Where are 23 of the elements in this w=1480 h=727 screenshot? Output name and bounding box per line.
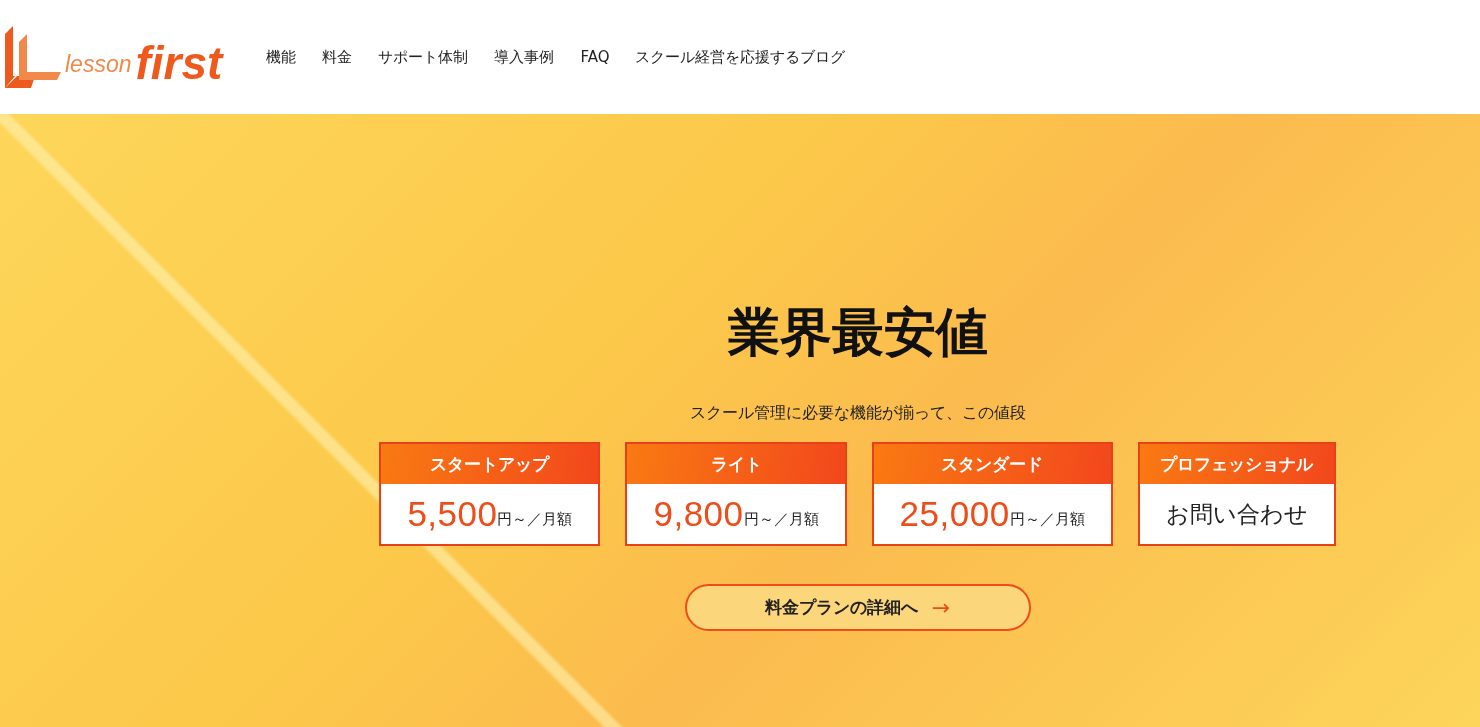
hero-subtitle: スクール管理に必要な機能が揃って、この値段 xyxy=(689,403,1026,425)
plan-name: スタートアップ xyxy=(381,444,599,485)
logo-text: first xyxy=(135,40,223,86)
nav-link[interactable]: 機能 xyxy=(266,47,297,67)
plan-details-button[interactable]: 料金プランの詳細へ → xyxy=(684,584,1031,632)
price-unit: 円～／月額 xyxy=(497,509,573,529)
nav-link[interactable]: 導入事例 xyxy=(494,47,555,67)
nav-link[interactable]: サポート体制 xyxy=(378,47,469,67)
logo-text: lesson xyxy=(65,51,132,78)
contact-text: お問い合わせ xyxy=(1165,499,1308,529)
plan-name: スタンダード xyxy=(873,444,1111,485)
price-amount: 9,800 xyxy=(653,494,744,535)
nav-link[interactable]: スクール経営を応援するブログ xyxy=(635,47,846,67)
price-amount: 5,500 xyxy=(407,494,498,535)
logo-icon xyxy=(5,26,61,88)
plan-name: ライト xyxy=(627,444,845,485)
nav-link[interactable]: FAQ xyxy=(580,47,610,67)
hero-title: 業界最安値 xyxy=(727,304,988,362)
nav-link[interactable]: 料金 xyxy=(322,47,353,67)
price-unit: 円～／月額 xyxy=(743,509,819,529)
price-amount: 25,000 xyxy=(899,494,1010,535)
price-unit: 円～／月額 xyxy=(1009,509,1085,529)
plan-name: プロフェッショナル xyxy=(1139,444,1334,485)
